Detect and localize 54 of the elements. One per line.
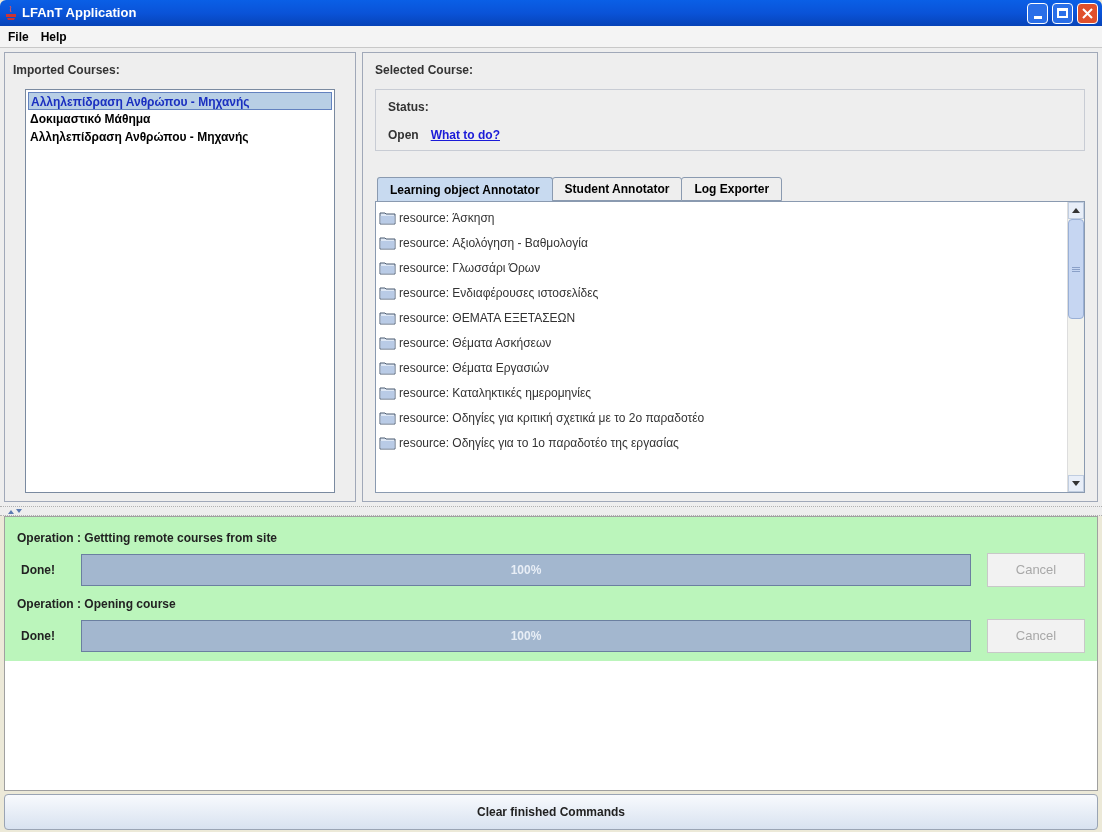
grip-icon [1072,266,1080,272]
tree-item[interactable]: resource: Θέματα Εργασιών [399,358,549,377]
status-value: Open [388,127,419,144]
tab[interactable]: Student Annotator [551,177,683,201]
tree-item[interactable]: resource: Αξιολόγηση - Βαθμολογία [399,233,588,252]
course-item[interactable]: Αλληλεπίδραση Ανθρώπου - Μηχανής [28,128,332,146]
close-button[interactable] [1077,2,1098,24]
close-icon [1082,7,1093,19]
operation-title: Operation : Gettting remote courses from site [17,530,279,547]
folder-icon [379,360,396,375]
panel-title: Imported Courses: [13,62,121,79]
maximize-button[interactable] [1052,2,1073,24]
tab[interactable]: Learning object Annotator [377,177,553,201]
course-item[interactable]: Αλληλεπίδραση Ανθρώπου - Μηχανής [28,92,332,110]
down-arrow-icon [1072,481,1080,486]
folder-icon [379,260,396,275]
split-arrows-icon [8,508,22,514]
up-arrow-icon [1072,208,1080,213]
progress-reading: 100% [509,562,543,579]
operation-status: Done! [20,628,56,645]
tree-item[interactable]: resource: Άσκηση [399,208,495,227]
operation-status: Done! [20,562,56,579]
panel-title: Selected Course: [375,62,475,79]
folder-icon [379,335,396,350]
course-item[interactable]: Δοκιμαστικό Μάθημα [28,110,332,128]
tree-item[interactable]: resource: Θέματα Ασκήσεων [399,333,552,352]
folder-icon [379,235,396,250]
status-label: Status: [388,99,430,116]
menu-item[interactable]: File [8,27,29,46]
folder-icon [379,310,396,325]
tree-item[interactable]: resource: ΘΕΜΑΤΑ ΕΞΕΤΑΣΕΩΝ [399,308,576,327]
scroll-thumb[interactable] [1068,219,1084,319]
minimize-button[interactable] [1027,2,1048,24]
help-link[interactable]: What to do? [430,126,500,144]
coffee-cup-icon [4,5,18,21]
tree-item[interactable]: resource: Οδηγίες για το 1ο παραδοτέο της εργασίας [399,433,679,452]
folder-icon [379,285,396,300]
tab[interactable]: Log Exporter [681,177,783,201]
folder-icon [379,210,396,225]
menu-item[interactable]: Help [40,27,67,46]
clear-finished-button[interactable]: Clear finished Commands [4,794,1098,830]
tree-item[interactable]: resource: Ενδιαφέρουσες ιστοσελίδες [399,283,599,302]
scroll-up-button[interactable] [1068,202,1084,219]
progress-reading: 100% [509,628,543,645]
scroll-down-button[interactable] [1068,475,1084,492]
folder-icon [379,385,396,400]
folder-icon [379,435,396,450]
tree-item[interactable]: resource: Οδηγίες για κριτική σχετικά με το 2ο παραδοτέο [399,408,705,427]
tree-item[interactable]: resource: Γλωσσάρι Όρων [399,258,541,277]
scrollbar[interactable] [1067,202,1084,492]
folder-icon [379,410,396,425]
operation-title: Operation : Opening course [17,596,177,613]
window-title: LFAnT Application [22,4,137,23]
tree-item[interactable]: resource: Καταληκτικές ημερομηνίες [399,383,592,402]
